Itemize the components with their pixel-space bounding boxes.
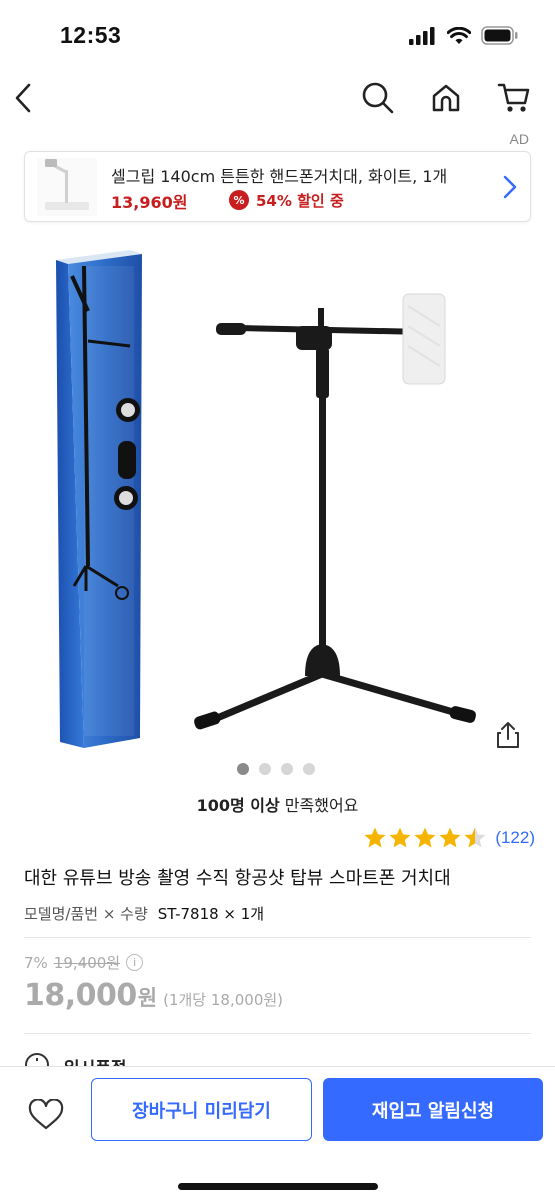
option-value: ST-7818 × 1개 xyxy=(157,905,265,923)
status-icons xyxy=(409,26,519,45)
satisfaction-count: 100명 이상 xyxy=(196,796,280,815)
divider xyxy=(24,937,531,938)
status-bar: 12:53 xyxy=(0,0,555,70)
share-button[interactable] xyxy=(492,719,524,751)
currency: 원 xyxy=(137,986,158,1010)
pagination-dot[interactable] xyxy=(259,763,271,775)
gallery-pagination[interactable] xyxy=(0,763,555,775)
ad-thumbnail xyxy=(37,158,97,216)
status-time: 12:53 xyxy=(60,22,122,48)
cart-button[interactable] xyxy=(494,78,534,118)
top-navigation xyxy=(0,70,555,126)
original-price: 19,400원 xyxy=(53,954,121,972)
info-icon[interactable]: i xyxy=(126,954,144,971)
cellular-signal-icon xyxy=(409,26,435,45)
sale-price: 18,000 xyxy=(24,978,137,1013)
bottom-action-bar: 장바구니 미리담기 재입고 알림신청 xyxy=(0,1066,555,1200)
original-price-row: 7% 19,400원 i xyxy=(24,952,144,973)
chevron-right-icon xyxy=(503,175,517,199)
home-icon xyxy=(432,84,460,112)
cart-icon xyxy=(497,83,530,112)
divider xyxy=(24,1033,531,1034)
stock-status-row: 일시품절 xyxy=(24,1048,127,1066)
home-indicator xyxy=(178,1183,378,1190)
star-icon xyxy=(389,827,411,848)
battery-icon xyxy=(481,26,518,45)
add-to-cart-button[interactable]: 장바구니 미리담기 xyxy=(91,1078,312,1141)
search-icon xyxy=(362,82,394,114)
product-option: 모델명/품번 × 수량 ST-7818 × 1개 xyxy=(24,903,264,924)
star-rating xyxy=(363,826,487,850)
satisfaction-text: 만족했어요 xyxy=(279,796,359,815)
chevron-left-icon xyxy=(15,83,31,113)
discount-rate: 7% xyxy=(24,953,48,972)
product-image[interactable] xyxy=(0,236,555,756)
share-icon xyxy=(497,722,519,748)
unit-price: (1개당 18,000원) xyxy=(163,991,284,1009)
ad-discount: 54% 할인 중 xyxy=(256,192,344,210)
info-circle-icon xyxy=(25,1053,49,1066)
wifi-icon xyxy=(447,26,471,44)
ad-banner[interactable]: 셀그립 140cm 튼튼한 핸드폰거치대, 화이트, 1개 13,960원 % … xyxy=(24,151,531,222)
ad-title: 셀그립 140cm 튼튼한 핸드폰거치대, 화이트, 1개 xyxy=(111,167,448,186)
back-button[interactable] xyxy=(4,78,44,118)
review-count[interactable]: (122) xyxy=(495,828,535,848)
price-row: 18,000 원 (1개당 18,000원) xyxy=(24,978,283,1013)
wishlist-button[interactable] xyxy=(24,1093,68,1137)
star-icon xyxy=(414,827,436,848)
stock-status-label: 일시품절 xyxy=(64,1054,127,1066)
pagination-dot[interactable] xyxy=(303,763,315,775)
pagination-dot[interactable] xyxy=(237,763,249,775)
search-button[interactable] xyxy=(358,78,398,118)
discount-badge-icon: % xyxy=(229,190,249,210)
ad-price: 13,960원 xyxy=(111,193,188,212)
star-icon xyxy=(464,827,486,848)
star-icon xyxy=(364,827,386,848)
restock-alert-button[interactable]: 재입고 알림신청 xyxy=(323,1078,543,1141)
satisfaction-summary: 100명 이상 만족했어요 xyxy=(0,792,555,816)
heart-icon xyxy=(28,1099,64,1130)
ad-label: AD xyxy=(509,131,529,147)
star-icon xyxy=(439,827,461,848)
option-label: 모델명/품번 × 수량 xyxy=(24,905,148,923)
rating-row[interactable]: (122) xyxy=(363,826,535,850)
product-title: 대한 유튜브 방송 촬영 수직 항공샷 탑뷰 스마트폰 거치대 xyxy=(24,868,451,889)
pagination-dot[interactable] xyxy=(281,763,293,775)
home-button[interactable] xyxy=(426,78,466,118)
